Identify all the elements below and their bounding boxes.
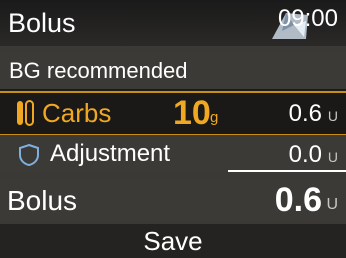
clock: 09:00 <box>277 5 338 32</box>
header-bar: Bolus 09:00 <box>0 0 346 46</box>
adjustment-row[interactable]: Adjustment 0.0 U <box>0 135 346 173</box>
carbs-unit: g <box>210 109 219 126</box>
carbs-dose-unit: U <box>327 108 338 124</box>
bg-recommended-label: BG recommended <box>9 58 188 83</box>
bolus-label: Bolus <box>7 185 78 216</box>
carbs-row[interactable]: Carbs 10 g 0.6 U <box>0 91 346 136</box>
save-button[interactable]: Save <box>0 224 346 258</box>
adjustment-label: Adjustment <box>50 140 171 167</box>
adjustment-dose-unit: U <box>327 149 338 165</box>
shield-icon <box>19 143 39 167</box>
adjustment-dose[interactable]: 0.0 <box>289 141 322 169</box>
bolus-dose: 0.6 <box>274 181 322 219</box>
screen-title: Bolus <box>8 8 76 38</box>
bg-recommended-row[interactable]: BG recommended <box>0 53 346 91</box>
carbs-value[interactable]: 10 <box>173 94 211 132</box>
bolus-screen: Bolus 09:00 BG recommended Carbs 10 g 0.… <box>0 0 346 258</box>
bolus-dose-unit: U <box>326 196 338 213</box>
adjustment-underline <box>228 170 346 172</box>
bolus-total-row: Bolus 0.6 U <box>0 178 346 222</box>
carbs-label: Carbs <box>42 98 112 128</box>
carbs-dose: 0.6 <box>288 100 322 127</box>
carbs-icon <box>17 100 34 126</box>
